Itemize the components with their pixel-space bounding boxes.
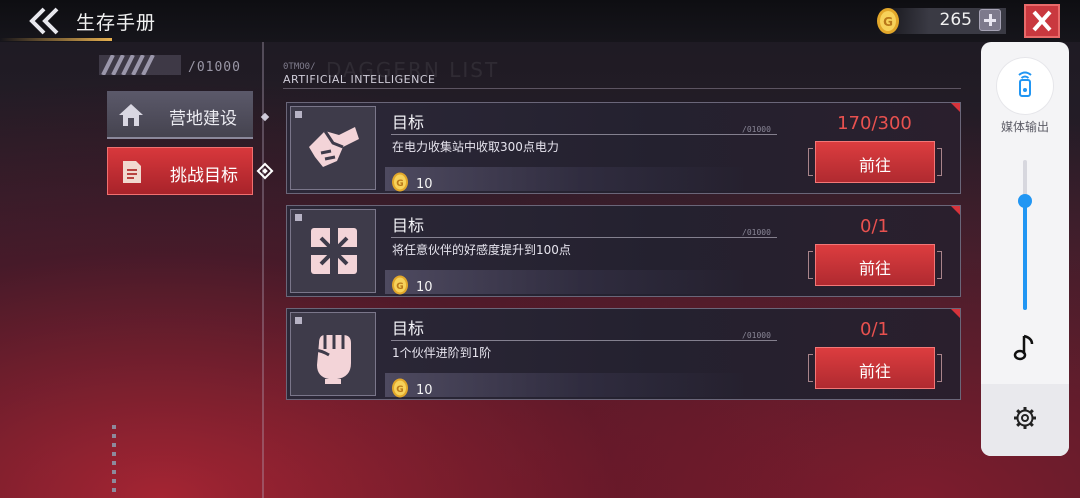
gold-coin-icon: G <box>392 275 408 295</box>
task-card: 目标 /01000 1个伙伴进阶到1阶 G 10 0/1 前往 <box>286 308 961 400</box>
section-code: 0TMO0/ <box>283 62 316 72</box>
section-divider <box>283 88 961 89</box>
task-divider <box>391 340 777 341</box>
media-volume-panel: 媒体输出 <box>981 42 1069 456</box>
document-icon <box>123 161 141 183</box>
frame-corner <box>295 317 302 324</box>
task-description: 1个伙伴进阶到1阶 <box>392 346 492 360</box>
button-bracket-left <box>808 251 813 279</box>
task-description: 在电力收集站中收取300点电力 <box>392 140 559 154</box>
task-card: 目标 /01000 将任意伙伴的好感度提升到100点 G 10 0/1 前往 <box>286 205 961 297</box>
media-output-label: 媒体输出 <box>1000 120 1049 134</box>
go-button[interactable]: 前往 <box>808 244 942 286</box>
decorative-dots <box>112 425 116 492</box>
task-divider <box>391 237 777 238</box>
house-icon <box>119 104 143 126</box>
nav-marker-diamond <box>260 112 270 122</box>
task-title: 目标 <box>392 113 425 132</box>
double-chevron-left-icon <box>29 7 59 35</box>
button-bracket-right <box>937 148 942 176</box>
task-card: 目标 /01000 在电力收集站中收取300点电力 G 10 170/300 前… <box>286 102 961 194</box>
reward-strip <box>385 270 745 294</box>
reward-strip <box>385 167 745 191</box>
svg-text:G: G <box>396 179 403 189</box>
gold-coin-icon: G <box>392 378 408 398</box>
task-progress: 0/1 <box>860 216 889 237</box>
task-progress: 170/300 <box>837 113 912 134</box>
media-output-button[interactable] <box>997 58 1053 114</box>
speaker-device-icon <box>1018 71 1032 97</box>
task-title: 目标 <box>392 216 425 235</box>
task-icon-frame <box>290 209 376 293</box>
gold-coin-icon: G <box>392 172 408 192</box>
button-bracket-right <box>937 354 942 382</box>
close-button[interactable] <box>1024 4 1060 38</box>
frame-corner <box>295 214 302 221</box>
title-underline <box>0 38 112 41</box>
go-button-label: 前往 <box>858 156 891 175</box>
sidebar-item-challenge-goals[interactable]: 挑战目标 <box>107 147 253 195</box>
close-icon <box>1032 10 1052 32</box>
task-progress: 0/1 <box>860 319 889 340</box>
gear-icon[interactable] <box>1013 406 1037 430</box>
reward-amount: 10 <box>416 177 433 192</box>
task-icon-frame <box>290 312 376 396</box>
settings-area <box>981 384 1069 456</box>
svg-text:G: G <box>883 15 893 29</box>
go-button-label: 前往 <box>858 259 891 278</box>
page-code: /01000 <box>188 60 241 75</box>
task-code: /01000 <box>742 228 771 237</box>
reward-strip <box>385 373 745 397</box>
gold-coin-icon: G <box>877 8 899 34</box>
sidebar-item-camp-construction[interactable]: 营地建设 <box>107 91 253 139</box>
go-button-label: 前往 <box>858 362 891 381</box>
top-bar: 生存手册 G 265 <box>0 0 1080 42</box>
go-button[interactable]: 前往 <box>808 141 942 183</box>
svg-text:G: G <box>396 282 403 292</box>
svg-text:G: G <box>396 385 403 395</box>
decorative-stripes <box>99 55 181 75</box>
task-divider <box>391 134 777 135</box>
sidebar-item-label: 营地建设 <box>169 109 237 129</box>
task-icon-frame <box>290 106 376 190</box>
gift-box-icon <box>311 228 357 274</box>
button-bracket-left <box>808 148 813 176</box>
fist-icon <box>312 335 351 384</box>
sidebar-item-label: 挑战目标 <box>170 166 238 186</box>
coin-count: 265 <box>939 10 972 30</box>
back-button[interactable] <box>26 6 66 36</box>
go-button[interactable]: 前往 <box>808 347 942 389</box>
page-title: 生存手册 <box>76 12 157 34</box>
music-note-icon <box>1013 334 1034 361</box>
button-bracket-left <box>808 354 813 382</box>
section-title: ARTIFICIAL INTELLIGENCE <box>283 73 436 86</box>
button-bracket-right <box>937 251 942 279</box>
task-description: 将任意伙伴的好感度提升到100点 <box>392 243 571 257</box>
add-coins-button[interactable] <box>979 9 1001 31</box>
reward-amount: 10 <box>416 280 433 295</box>
task-code: /01000 <box>742 125 771 134</box>
frame-corner <box>295 111 302 118</box>
task-title: 目标 <box>392 319 425 338</box>
volume-slider-fill <box>1023 200 1027 310</box>
handshake-icon <box>309 127 359 167</box>
task-code: /01000 <box>742 331 771 340</box>
reward-amount: 10 <box>416 383 433 398</box>
volume-slider-knob[interactable] <box>1018 193 1032 208</box>
nav-marker-diamond-active <box>256 162 274 180</box>
